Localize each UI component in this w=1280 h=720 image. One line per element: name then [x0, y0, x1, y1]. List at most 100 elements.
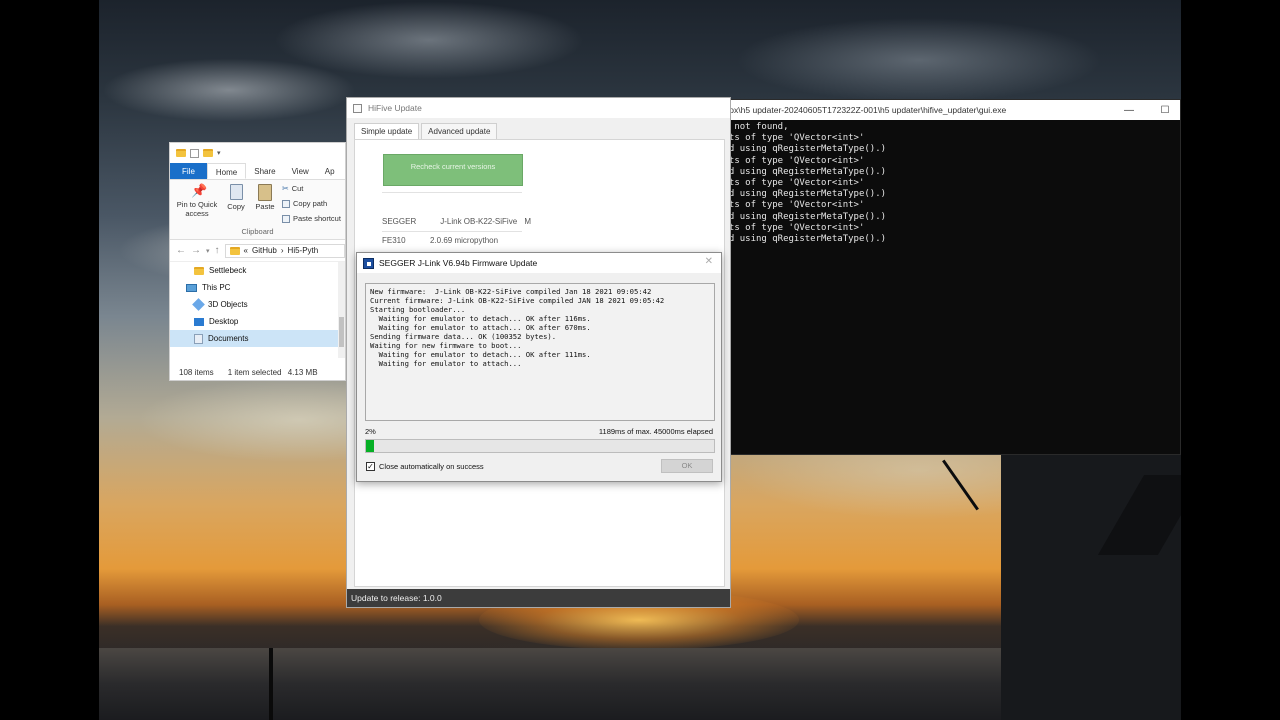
- nav-item-settlebeck[interactable]: Settlebeck: [170, 262, 345, 279]
- nav-item-label: 3D Objects: [208, 300, 248, 309]
- paste-shortcut-label: Paste shortcut: [293, 214, 341, 223]
- forward-arrow-icon[interactable]: →: [191, 245, 201, 256]
- wallpaper-post: [269, 648, 273, 720]
- tab-file[interactable]: File: [170, 163, 207, 179]
- tab-simple-update[interactable]: Simple update: [354, 123, 420, 140]
- firmware-update-log: New firmware: J-Link OB-K22-SiFive compi…: [365, 283, 715, 421]
- divider: [382, 192, 522, 193]
- new-folder-icon[interactable]: [203, 149, 213, 157]
- wallpaper-building: [1001, 455, 1181, 720]
- selected-count: 1 item selected: [227, 367, 282, 377]
- version-row-fe310: FE310 2.0.69 micropython: [382, 236, 498, 245]
- breadcrumb-separator: ›: [280, 246, 284, 255]
- close-on-success-checkbox[interactable]: ✓ Close automatically on success: [366, 462, 484, 471]
- log-line: Starting bootloader...: [370, 305, 466, 314]
- nav-item-label: Desktop: [209, 317, 239, 326]
- nav-item-label: This PC: [202, 283, 231, 292]
- explorer-status-bar: 108 items 1 item selected 4.13 MB: [170, 364, 345, 380]
- nav-item-label: Documents: [208, 334, 249, 343]
- paste-shortcut-button[interactable]: Paste shortcut: [282, 214, 341, 223]
- tab-home[interactable]: Home: [206, 163, 247, 179]
- checkbox-icon[interactable]: ✓: [366, 462, 375, 471]
- wallpaper-building-roof: [1097, 475, 1181, 555]
- tab-more[interactable]: Ap: [317, 163, 343, 179]
- copy-icon: [229, 184, 243, 200]
- divider: [382, 231, 522, 232]
- checkbox-label: Close automatically on success: [379, 462, 484, 471]
- navigation-pane: Settlebeck This PC 3D Objects Desktop Do…: [170, 262, 345, 358]
- segger-titlebar[interactable]: SEGGER J-Link V6.94b Firmware Update ✕: [357, 253, 721, 273]
- progress-bar: [365, 439, 715, 453]
- component-version-text: J-Link OB-K22-SiFive: [440, 217, 518, 226]
- paste-label: Paste: [255, 202, 275, 211]
- maximize-button[interactable]: ☐: [1150, 105, 1180, 116]
- quick-access-dropdown-icon[interactable]: ▾: [217, 149, 221, 157]
- pc-icon: [186, 283, 197, 292]
- pin-icon: 📌: [191, 183, 208, 198]
- log-line: Sending firmware data... OK (100352 byte…: [370, 332, 557, 341]
- documents-icon: [194, 333, 203, 344]
- tab-share[interactable]: Share: [246, 163, 283, 179]
- nav-item-label: Settlebeck: [209, 266, 247, 275]
- hifive-titlebar[interactable]: HiFive Update: [347, 98, 730, 118]
- 3d-objects-icon: [192, 298, 205, 311]
- explorer-titlebar[interactable]: ▾: [170, 143, 345, 163]
- tab-advanced-update[interactable]: Advanced update: [421, 123, 498, 140]
- hifive-title: HiFive Update: [368, 103, 422, 113]
- copy-button[interactable]: Copy: [225, 184, 247, 211]
- version-row-segger: SEGGER J-Link OB-K22-SiFive M: [382, 217, 531, 226]
- segger-title: SEGGER J-Link V6.94b Firmware Update: [379, 258, 538, 268]
- file-explorer-window[interactable]: ▾ File Home Share View Ap 📌 Pin to Quick…: [169, 142, 346, 381]
- address-bar[interactable]: « GitHub › Hi5-Pyth: [224, 243, 345, 258]
- component-name: SEGGER: [382, 217, 417, 226]
- breadcrumb-github[interactable]: GitHub: [252, 246, 277, 255]
- cut-label: Cut: [291, 184, 304, 193]
- log-line: Waiting for emulator to attach... OK aft…: [370, 323, 591, 332]
- log-line: Waiting for emulator to detach... OK aft…: [370, 314, 591, 323]
- close-icon[interactable]: ✕: [705, 256, 713, 267]
- nav-item-desktop[interactable]: Desktop: [170, 313, 345, 330]
- recheck-versions-button[interactable]: Recheck current versions: [383, 154, 523, 186]
- paste-icon: [258, 184, 272, 201]
- elapsed-time: 1189ms of max. 45000ms elapsed: [598, 427, 713, 436]
- copy-path-icon: [282, 199, 290, 208]
- copy-path-button[interactable]: Copy path: [282, 199, 327, 208]
- nav-item-this-pc[interactable]: This PC: [170, 279, 345, 296]
- log-line: Waiting for emulator to detach... OK aft…: [370, 350, 591, 359]
- pin-label: Pin to Quick access: [176, 200, 218, 218]
- tab-view[interactable]: View: [284, 163, 317, 179]
- item-count: 108 items: [179, 367, 214, 377]
- hifive-tabs: Simple update Advanced update: [354, 123, 499, 140]
- properties-icon[interactable]: [190, 148, 199, 158]
- ribbon-home: 📌 Pin to Quick access Copy Paste ✂ Cut C…: [170, 180, 345, 240]
- breadcrumb-hi5[interactable]: Hi5-Pyth: [288, 246, 319, 255]
- up-arrow-icon[interactable]: ↑: [215, 245, 220, 256]
- nav-item-3d-objects[interactable]: 3D Objects: [170, 296, 345, 313]
- pin-to-quick-access-button[interactable]: 📌 Pin to Quick access: [174, 183, 220, 219]
- address-bar-row: ← → ▾ ↑ « GitHub › Hi5-Pyth: [170, 240, 345, 262]
- cut-button[interactable]: ✂ Cut: [282, 184, 303, 193]
- copy-label: Copy: [227, 202, 245, 211]
- segger-firmware-update-dialog[interactable]: SEGGER J-Link V6.94b Firmware Update ✕ N…: [356, 252, 722, 482]
- minimize-button[interactable]: —: [1114, 105, 1144, 116]
- folder-icon: [176, 149, 186, 157]
- nav-item-documents[interactable]: Documents: [170, 330, 345, 347]
- selection-info: 1 item selected 4.13 MB: [228, 368, 318, 377]
- navigation-scrollbar[interactable]: [338, 262, 345, 358]
- ok-button[interactable]: OK: [661, 459, 713, 473]
- progress-fill: [366, 440, 374, 452]
- component-extra: M: [524, 217, 532, 226]
- component-version: J-Link OB-K22-SiFive M: [440, 217, 531, 226]
- scrollbar-thumb[interactable]: [339, 317, 344, 347]
- paste-button[interactable]: Paste: [253, 184, 277, 211]
- selected-size: 4.13 MB: [287, 367, 318, 377]
- back-arrow-icon[interactable]: ←: [176, 245, 186, 256]
- progress-percent: 2%: [365, 427, 376, 436]
- folder-icon: [229, 246, 240, 255]
- address-overflow[interactable]: «: [244, 246, 248, 255]
- log-line: New firmware: J-Link OB-K22-SiFive compi…: [370, 287, 652, 296]
- log-line: Waiting for new firmware to boot...: [370, 341, 522, 350]
- recent-dropdown-icon[interactable]: ▾: [206, 247, 210, 255]
- scissors-icon: ✂: [282, 184, 289, 193]
- clipboard-group-label: Clipboard: [241, 227, 274, 236]
